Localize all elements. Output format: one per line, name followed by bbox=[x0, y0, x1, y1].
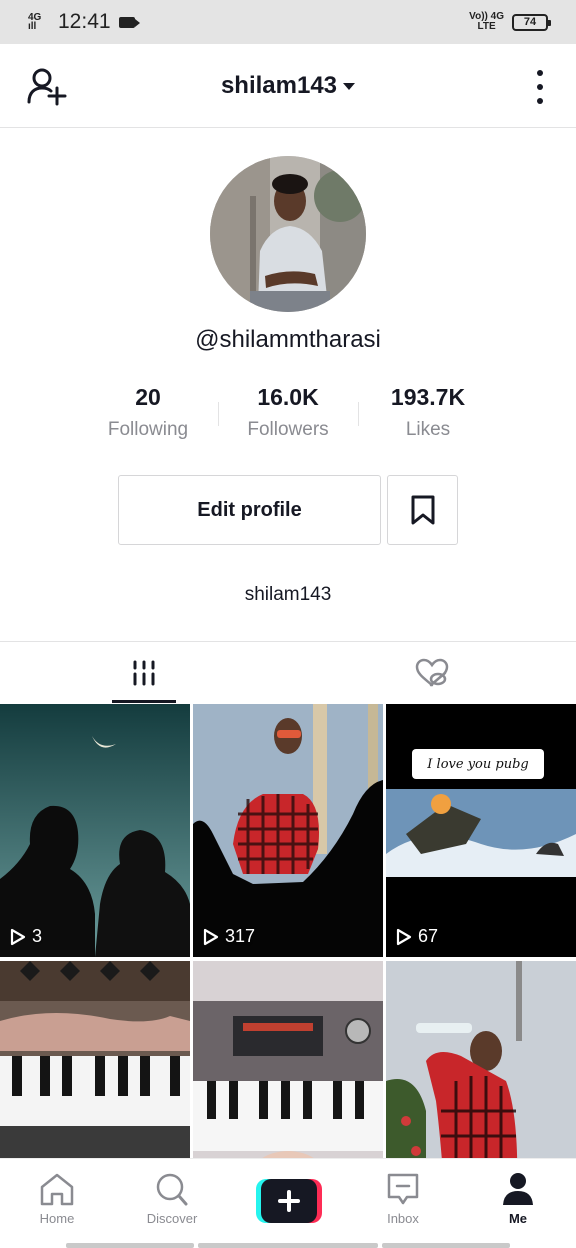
header-title: shilam143 bbox=[220, 71, 338, 99]
nav-label: Me bbox=[508, 1211, 528, 1226]
nav-home[interactable]: Home bbox=[7, 1171, 107, 1226]
clock: 12:41 bbox=[58, 10, 111, 33]
video-thumbnail bbox=[386, 704, 576, 957]
video-grid: 3 317 I love you pubg 67 bbox=[0, 704, 576, 1158]
favorites-button[interactable] bbox=[387, 475, 458, 545]
video-caption-sticker: I love you pubg bbox=[412, 749, 544, 779]
username: @shilammtharasi bbox=[195, 326, 381, 353]
search-icon bbox=[156, 1173, 188, 1206]
lte-label: LTE bbox=[477, 21, 496, 32]
view-count: 3 bbox=[10, 926, 42, 947]
avatar[interactable] bbox=[210, 156, 366, 312]
stat-value: 20 bbox=[135, 384, 161, 410]
inbox-icon bbox=[387, 1173, 419, 1205]
play-icon bbox=[396, 928, 412, 945]
stat-followers[interactable]: 16.0K Followers bbox=[218, 384, 358, 441]
video-tile[interactable]: 3 bbox=[0, 704, 190, 957]
view-count: 67 bbox=[396, 926, 438, 947]
grid-icon bbox=[133, 660, 155, 686]
profile-header: shilam143 bbox=[0, 44, 576, 128]
nav-label: Discover bbox=[146, 1211, 198, 1226]
dot-icon bbox=[537, 70, 543, 76]
video-caption: I love you pubg bbox=[427, 756, 529, 772]
dot-icon bbox=[537, 84, 543, 90]
caret-down-icon bbox=[343, 83, 356, 90]
view-count-label: 67 bbox=[418, 926, 439, 946]
plus-icon bbox=[256, 1179, 322, 1223]
stat-following[interactable]: 20 Following bbox=[78, 384, 218, 441]
signal-icon: 4G ıll bbox=[28, 13, 48, 32]
view-count: 317 bbox=[203, 926, 255, 947]
stat-value: 16.0K bbox=[257, 384, 319, 410]
create-video-button[interactable] bbox=[256, 1179, 322, 1223]
stats-row: 20 Following 16.0K Followers 193.7K Like… bbox=[0, 384, 576, 448]
video-tile[interactable]: I love you pubg 67 bbox=[386, 704, 576, 957]
video-thumbnail bbox=[193, 704, 383, 957]
stat-value: 193.7K bbox=[390, 384, 466, 410]
more-options-button[interactable] bbox=[534, 70, 546, 104]
stat-label: Likes bbox=[405, 419, 451, 440]
gesture-bar bbox=[198, 1243, 378, 1248]
add-user-button[interactable] bbox=[26, 66, 70, 106]
bottom-navigation: Home Discover Inbox Me bbox=[0, 1158, 576, 1248]
home-icon bbox=[40, 1173, 74, 1206]
battery-icon: 74 bbox=[512, 13, 551, 31]
stat-label: Following bbox=[107, 419, 189, 440]
video-thumbnail bbox=[0, 961, 190, 1158]
avatar-photo bbox=[210, 156, 366, 312]
video-camera-icon bbox=[118, 16, 140, 28]
dot-icon bbox=[537, 98, 543, 104]
video-thumbnail bbox=[386, 961, 576, 1158]
status-bar: 4G ıll 12:41 Vo)) 4G LTE 74 bbox=[0, 0, 576, 44]
gesture-bar bbox=[382, 1243, 510, 1248]
video-thumbnail bbox=[0, 704, 190, 957]
nav-inbox[interactable]: Inbox bbox=[353, 1171, 453, 1226]
person-icon bbox=[503, 1173, 533, 1205]
add-user-icon bbox=[27, 68, 67, 106]
video-thumbnail bbox=[193, 961, 383, 1158]
nav-me[interactable]: Me bbox=[468, 1171, 568, 1226]
view-count-label: 3 bbox=[32, 926, 43, 946]
video-tile[interactable] bbox=[193, 961, 383, 1158]
battery-level: 74 bbox=[523, 16, 537, 28]
tab-videos[interactable] bbox=[0, 642, 288, 704]
content-tabs bbox=[0, 641, 576, 703]
liked-hidden-icon bbox=[415, 658, 449, 687]
active-tab-indicator bbox=[112, 700, 176, 703]
bookmark-icon bbox=[411, 495, 434, 525]
gesture-bar bbox=[66, 1243, 194, 1248]
view-count-label: 317 bbox=[225, 926, 256, 946]
nav-label: Home bbox=[39, 1211, 75, 1226]
nav-label: Inbox bbox=[387, 1211, 419, 1226]
tab-liked[interactable] bbox=[288, 642, 576, 704]
volte-indicator: Vo)) 4G LTE bbox=[469, 12, 504, 32]
play-icon bbox=[203, 928, 219, 945]
video-tile[interactable] bbox=[386, 961, 576, 1158]
bio: shilam143 bbox=[244, 584, 332, 605]
play-icon bbox=[10, 928, 26, 945]
video-tile[interactable]: 317 bbox=[193, 704, 383, 957]
stat-label: Followers bbox=[247, 419, 329, 440]
video-tile[interactable] bbox=[0, 961, 190, 1158]
account-switcher[interactable]: shilam143 bbox=[220, 71, 356, 100]
edit-profile-button[interactable]: Edit profile bbox=[118, 475, 381, 545]
nav-discover[interactable]: Discover bbox=[122, 1171, 222, 1226]
stat-likes[interactable]: 193.7K Likes bbox=[358, 384, 498, 441]
